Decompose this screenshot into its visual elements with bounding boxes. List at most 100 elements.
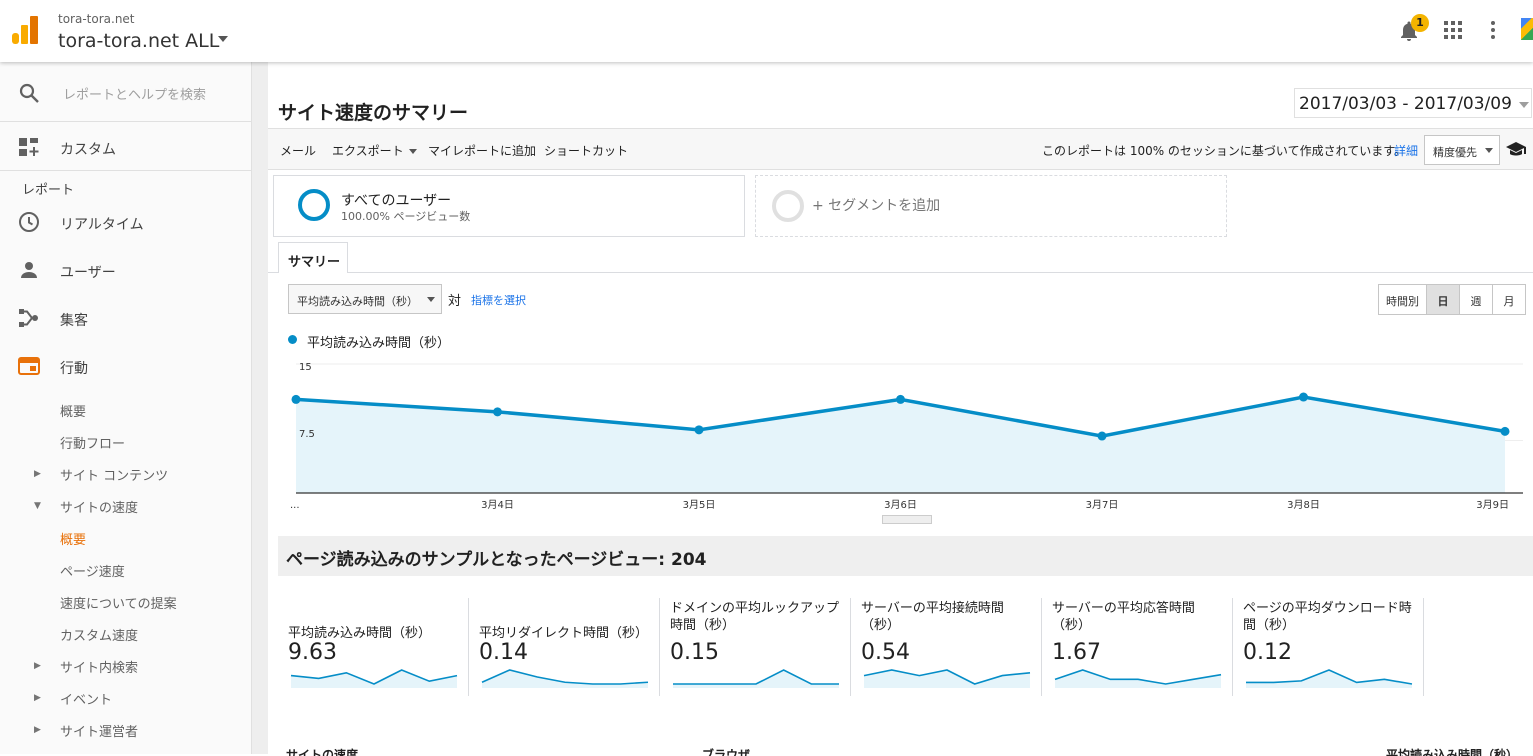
chart-collapse-handle[interactable] bbox=[882, 515, 932, 524]
table-header-site-speed[interactable]: サイトの速度 bbox=[286, 746, 358, 756]
kpi-sparkline bbox=[673, 669, 839, 688]
kpi-tile[interactable]: サーバーの平均応答時間（秒） 1.67 bbox=[1042, 598, 1233, 696]
sidebar-subitem[interactable]: サイト運営者 bbox=[60, 721, 138, 740]
chart-point bbox=[493, 407, 502, 417]
sidebar-subitem[interactable]: 行動フロー bbox=[60, 433, 125, 452]
sidebar-subitem[interactable]: 概要 bbox=[60, 529, 86, 548]
sidebar-item-behavior[interactable]: 行動 bbox=[0, 351, 252, 383]
view-dropdown-caret-icon[interactable] bbox=[218, 36, 228, 42]
export-button[interactable]: エクスポート bbox=[332, 142, 417, 159]
caret-right-icon[interactable]: ▶ bbox=[34, 469, 41, 479]
segment-all-users[interactable]: すべてのユーザー 100.00% ページビュー数 bbox=[273, 175, 745, 237]
samples-section-header: ページ読み込みのサンプルとなったページビュー: 204 bbox=[278, 536, 1533, 576]
metric-select[interactable]: 平均読み込み時間（秒） bbox=[288, 284, 442, 314]
samples-title: ページ読み込みのサンプルとなったページビュー: 204 bbox=[286, 550, 707, 570]
sidebar-item-users[interactable]: ユーザー bbox=[0, 255, 252, 287]
caret-right-icon[interactable]: ▶ bbox=[34, 725, 41, 735]
caret-down-icon[interactable]: ▼ bbox=[34, 501, 41, 511]
kpi-tile[interactable]: 平均リダイレクト時間（秒） 0.14 bbox=[469, 598, 660, 696]
add-segment-label: + セグメントを追加 bbox=[812, 198, 941, 214]
sidebar-subitem[interactable]: サイト内検索 bbox=[60, 657, 138, 676]
more-vert-icon[interactable] bbox=[1488, 20, 1498, 40]
dashboard-add-icon bbox=[19, 138, 39, 156]
kpi-value: 0.14 bbox=[479, 640, 528, 665]
sidebar-subitem[interactable]: イベント bbox=[60, 689, 112, 708]
tab-divider bbox=[268, 272, 1533, 273]
date-range-picker[interactable]: 2017/03/03 - 2017/03/09 bbox=[1294, 88, 1532, 118]
detail-link[interactable]: 詳細 bbox=[1394, 142, 1418, 159]
sidebar-item-label: カスタム bbox=[60, 142, 116, 158]
chevron-down-icon bbox=[1519, 102, 1529, 108]
kpi-sparkline bbox=[863, 669, 1031, 688]
sidebar-item-realtime[interactable]: リアルタイム bbox=[0, 207, 252, 239]
legend-marker bbox=[288, 335, 297, 344]
y-tick-label: 15 bbox=[299, 362, 312, 373]
select-metric-link[interactable]: 指標を選択 bbox=[471, 292, 526, 308]
sidebar-subitem[interactable]: 概要 bbox=[60, 401, 86, 420]
x-tick-label: 3月7日 bbox=[1086, 499, 1119, 511]
page-title: サイト速度のサマリー bbox=[278, 102, 469, 124]
search-placeholder: レポートとヘルプを検索 bbox=[63, 88, 207, 103]
granularity-month[interactable]: 月 bbox=[1492, 284, 1526, 315]
kpi-sparkline bbox=[1246, 669, 1413, 688]
kpi-name: サーバーの平均接続時間（秒） bbox=[861, 601, 1004, 633]
kpi-name: サーバーの平均応答時間（秒） bbox=[1052, 601, 1195, 633]
chart-point bbox=[1500, 426, 1510, 436]
sparkline-area bbox=[673, 670, 839, 688]
x-tick-label: 3月5日 bbox=[683, 499, 716, 511]
segment-ring-icon bbox=[298, 189, 330, 221]
chart-point bbox=[1299, 392, 1308, 402]
sidebar-subitem[interactable]: サイトの速度 bbox=[60, 497, 138, 516]
sidebar-item-custom[interactable]: カスタム bbox=[0, 132, 252, 164]
date-range-label: 2017/03/03 - 2017/03/09 bbox=[1299, 94, 1512, 114]
kpi-tile[interactable]: サーバーの平均接続時間（秒） 0.54 bbox=[851, 598, 1042, 696]
kpi-name: ページの平均ダウンロード時間（秒） bbox=[1243, 601, 1412, 633]
top-header: tora-tora.net tora-tora.net ALL 1 bbox=[0, 0, 1533, 62]
add-segment-button[interactable]: + セグメントを追加 bbox=[755, 175, 1227, 237]
apps-grid-icon[interactable] bbox=[1444, 21, 1462, 39]
segment-name: すべてのユーザー bbox=[341, 193, 452, 209]
view-selector[interactable]: tora-tora.net ALL bbox=[58, 30, 219, 52]
sidebar-subitem[interactable]: ページ速度 bbox=[60, 561, 125, 580]
kpi-tile[interactable]: ページの平均ダウンロード時間（秒） 0.12 bbox=[1233, 598, 1424, 696]
table-header-avg-load[interactable]: 平均読み込み時間（秒） bbox=[1386, 746, 1518, 756]
email-button[interactable]: メール bbox=[280, 142, 316, 159]
sidebar-item-label: 行動 bbox=[60, 361, 88, 377]
x-tick-label: 3月8日 bbox=[1287, 499, 1320, 511]
sidebar-subitem[interactable]: カスタム速度 bbox=[60, 625, 138, 644]
kpi-name: ドメインの平均ルックアップ時間（秒） bbox=[670, 601, 840, 633]
shortcut-button[interactable]: ショートカット bbox=[544, 142, 628, 159]
reports-heading: レポート bbox=[22, 183, 75, 198]
kpi-tile[interactable]: ドメインの平均ルックアップ時間（秒） 0.15 bbox=[660, 598, 851, 696]
granularity-week[interactable]: 週 bbox=[1459, 284, 1493, 315]
sampling-note: このレポートは 100% のセッションに基づいて作成されています。 bbox=[1042, 144, 1407, 158]
analytics-logo-icon[interactable] bbox=[12, 16, 38, 44]
sidebar-item-label: 集客 bbox=[60, 313, 88, 329]
precision-select[interactable]: 精度優先 bbox=[1424, 135, 1500, 165]
granularity-day[interactable]: 日 bbox=[1426, 284, 1460, 315]
sidebar-item-acquisition[interactable]: 集客 bbox=[0, 303, 252, 335]
kpi-tile[interactable]: 平均読み込み時間（秒） 9.63 bbox=[278, 598, 469, 696]
account-avatar[interactable] bbox=[1521, 18, 1533, 40]
metric-select-value: 平均読み込み時間（秒） bbox=[297, 295, 418, 308]
kpi-value: 0.54 bbox=[861, 640, 910, 665]
graduation-cap-icon[interactable] bbox=[1505, 139, 1527, 159]
sidebar-subitem[interactable]: サイト コンテンツ bbox=[60, 465, 168, 484]
sidebar-subitem[interactable]: 速度についての提案 bbox=[60, 593, 177, 612]
report-toolbar: メール エクスポート マイレポートに追加 ショートカット このレポートは 100… bbox=[268, 128, 1533, 170]
granularity-hourly[interactable]: 時間別 bbox=[1378, 284, 1427, 315]
sidebar-search[interactable]: レポートとヘルプを検索 bbox=[0, 62, 252, 122]
table-header-browser[interactable]: ブラウザ bbox=[702, 746, 750, 756]
kpi-value: 0.12 bbox=[1243, 640, 1292, 665]
sparkline-area bbox=[291, 670, 457, 688]
caret-right-icon[interactable]: ▶ bbox=[34, 693, 41, 703]
tab-summary[interactable]: サマリー bbox=[278, 242, 348, 273]
export-label: エクスポート bbox=[332, 144, 404, 158]
caret-right-icon[interactable]: ▶ bbox=[34, 661, 41, 671]
person-icon bbox=[21, 262, 37, 278]
add-to-dashboard-button[interactable]: マイレポートに追加 bbox=[428, 142, 536, 159]
behavior-icon bbox=[18, 357, 40, 375]
kpi-sparkline bbox=[481, 669, 649, 688]
divider bbox=[0, 170, 252, 171]
line-chart: 15 7.5... 3月4日 3月5日 3月6日 3月7日 3月8日 3月9日 bbox=[290, 362, 1523, 511]
